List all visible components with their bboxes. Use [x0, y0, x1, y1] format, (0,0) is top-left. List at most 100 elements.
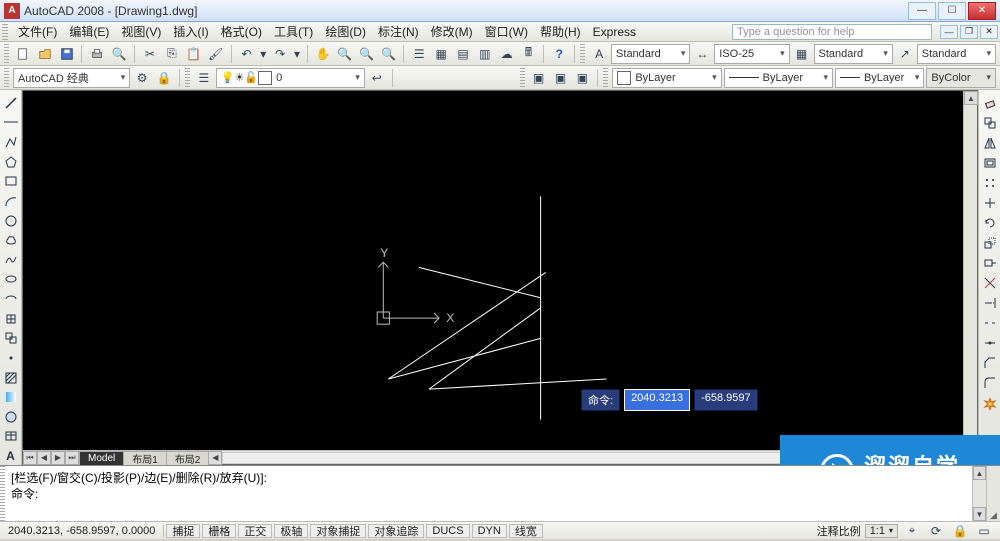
status-toggle-ortho[interactable]: 正交	[238, 524, 272, 538]
polygon-icon[interactable]	[2, 153, 20, 171]
dimstyle-icon[interactable]: ↔	[692, 44, 712, 64]
open-icon[interactable]	[35, 44, 55, 64]
status-toggle-dyn[interactable]: DYN	[472, 524, 507, 538]
commandline-resize-grip[interactable]: ◢	[986, 466, 1000, 521]
tab-model[interactable]: Model	[79, 451, 124, 465]
dimstyle-dropdown[interactable]: ISO-25	[714, 44, 789, 64]
hatch-icon[interactable]	[2, 369, 20, 387]
extend-icon[interactable]	[981, 294, 999, 312]
match-icon[interactable]: 🖌	[206, 44, 226, 64]
tab-layout2[interactable]: 布局2	[166, 451, 210, 465]
undo-icon[interactable]: ↶	[237, 44, 257, 64]
line-icon[interactable]	[2, 94, 20, 112]
array-icon[interactable]	[981, 174, 999, 192]
trim-icon[interactable]	[981, 274, 999, 292]
revcloud-icon[interactable]	[2, 231, 20, 249]
move-icon[interactable]	[981, 194, 999, 212]
tab-first-icon[interactable]: ⏮	[23, 451, 37, 465]
canvas-vscrollbar[interactable]: ▲ ▼	[963, 91, 977, 450]
help-search-input[interactable]: Type a question for help	[732, 24, 932, 40]
toolbar-grip[interactable]	[4, 44, 9, 64]
mtext-icon[interactable]: A	[2, 447, 20, 465]
break-icon[interactable]	[981, 314, 999, 332]
copy-object-icon[interactable]	[981, 114, 999, 132]
ellipse-icon[interactable]	[2, 271, 20, 289]
menu-file[interactable]: 文件(F)	[12, 21, 63, 42]
dynamic-input-x[interactable]: 2040.3213	[624, 389, 690, 411]
layer-previous-icon[interactable]: ↩	[367, 68, 387, 88]
layer-dropdown[interactable]: 💡 ☀ 🔓 0	[216, 68, 365, 88]
new-icon[interactable]	[13, 44, 33, 64]
print-icon[interactable]	[87, 44, 107, 64]
insert-icon[interactable]	[2, 310, 20, 328]
ellipsearc-icon[interactable]	[2, 290, 20, 308]
menu-view[interactable]: 视图(V)	[115, 21, 167, 42]
status-toggle-otrack[interactable]: 对象追踪	[368, 524, 424, 538]
drawing-canvas[interactable]: X Y	[23, 91, 977, 464]
status-toggle-ducs[interactable]: DUCS	[426, 524, 469, 538]
paste-icon[interactable]: 📋	[184, 44, 204, 64]
annotation-autoscale-icon[interactable]: ⟳	[926, 521, 946, 541]
menu-express[interactable]: Express	[587, 23, 642, 41]
scale-icon[interactable]	[981, 234, 999, 252]
color-dropdown[interactable]: ByLayer	[612, 68, 721, 88]
refedit-grip[interactable]	[520, 68, 525, 88]
dynamic-input-y[interactable]: -658.9597	[694, 389, 758, 411]
status-toggle-snap[interactable]: 捕捉	[166, 524, 200, 538]
xline-icon[interactable]	[2, 114, 20, 132]
status-toggle-polar[interactable]: 极轴	[274, 524, 308, 538]
redo-icon[interactable]: ↷	[270, 44, 290, 64]
tab-next-icon[interactable]: ▶	[51, 451, 65, 465]
stretch-icon[interactable]	[981, 254, 999, 272]
toolpalettes-icon[interactable]: ▤	[453, 44, 473, 64]
menu-insert[interactable]: 插入(I)	[167, 21, 214, 42]
sheetset-icon[interactable]: ▥	[475, 44, 495, 64]
menu-dim[interactable]: 标注(N)	[372, 21, 425, 42]
window-minimize-button[interactable]: —	[908, 2, 936, 20]
menu-format[interactable]: 格式(O)	[215, 21, 268, 42]
zoom-realtime-icon[interactable]: 🔍	[335, 44, 355, 64]
cut-icon[interactable]: ✂	[140, 44, 160, 64]
workspace-settings-icon[interactable]: ⚙	[132, 68, 152, 88]
cmd-scroll-up-icon[interactable]: ▲	[973, 466, 986, 480]
plot-preview-icon[interactable]: 🔍	[109, 44, 129, 64]
commandline-scroll[interactable]: ▲ ▼	[972, 466, 986, 521]
properties-icon[interactable]: ☰	[409, 44, 429, 64]
status-toggle-osnap[interactable]: 对象捕捉	[310, 524, 366, 538]
layers-grip[interactable]	[185, 68, 190, 88]
workspace-grip[interactable]	[4, 68, 9, 88]
workspace-lock-icon[interactable]: 🔒	[154, 68, 174, 88]
menu-modify[interactable]: 修改(M)	[425, 21, 479, 42]
linetype-dropdown[interactable]: ByLayer	[724, 68, 833, 88]
gradient-icon[interactable]	[2, 388, 20, 406]
refedit-icon[interactable]: ▣	[529, 68, 549, 88]
help-icon[interactable]: ?	[549, 44, 569, 64]
region-icon[interactable]	[2, 408, 20, 426]
tab-layout1[interactable]: 布局1	[123, 451, 167, 465]
spline-icon[interactable]	[2, 251, 20, 269]
menu-window[interactable]: 窗口(W)	[479, 21, 534, 42]
zoom-previous-icon[interactable]: 🔍	[379, 44, 399, 64]
doc-restore-button[interactable]: ❐	[960, 25, 978, 39]
rectangle-icon[interactable]	[2, 173, 20, 191]
copy-icon[interactable]: ⎘	[162, 44, 182, 64]
markup-icon[interactable]: ☁	[497, 44, 517, 64]
fillet-icon[interactable]	[981, 374, 999, 392]
window-maximize-button[interactable]: ☐	[938, 2, 966, 20]
styles-toolbar-grip[interactable]	[580, 44, 585, 64]
menu-draw[interactable]: 绘图(D)	[319, 21, 372, 42]
status-coordinates[interactable]: 2040.3213, -658.9597, 0.0000	[0, 525, 164, 537]
refedit-add-icon[interactable]: ▣	[551, 68, 571, 88]
menubar-grip[interactable]	[2, 24, 8, 40]
point-icon[interactable]	[2, 349, 20, 367]
doc-minimize-button[interactable]: —	[940, 25, 958, 39]
mleaderstyle-dropdown[interactable]: Standard	[917, 44, 996, 64]
layer-manager-icon[interactable]: ☰	[194, 68, 214, 88]
erase-icon[interactable]	[981, 94, 999, 112]
annotation-scale-dropdown[interactable]: 1:1	[865, 524, 898, 538]
status-toggle-lwt[interactable]: 线宽	[509, 524, 543, 538]
menu-help[interactable]: 帮助(H)	[534, 21, 587, 42]
save-icon[interactable]	[57, 44, 77, 64]
menu-edit[interactable]: 编辑(E)	[63, 21, 115, 42]
rotate-icon[interactable]	[981, 214, 999, 232]
